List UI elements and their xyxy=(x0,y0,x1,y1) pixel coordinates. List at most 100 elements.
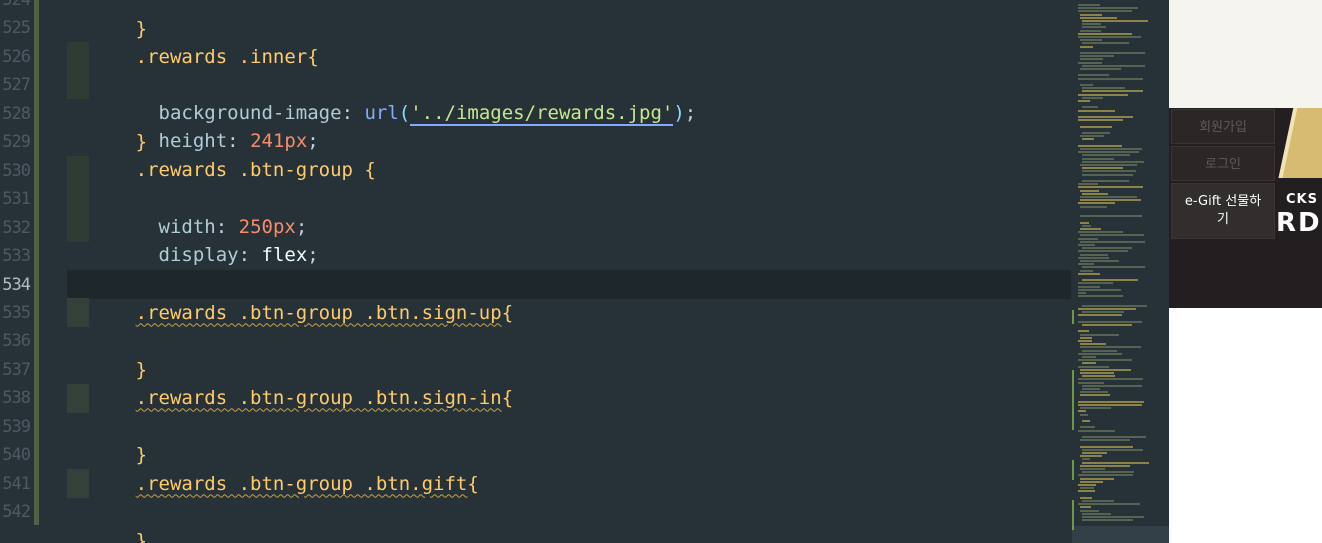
minimap-line xyxy=(1080,260,1119,262)
minimap-line xyxy=(1080,439,1130,442)
code-line-526[interactable]: background-image: url('../images/rewards… xyxy=(67,42,1071,126)
minimap-line xyxy=(1082,519,1133,522)
code-line-539[interactable]: } xyxy=(67,412,1071,466)
line-number: 540 xyxy=(2,445,31,466)
code-line-542[interactable]: } xyxy=(67,498,1071,543)
minimap-line xyxy=(1080,234,1144,237)
minimap-line xyxy=(1080,394,1110,397)
line-number: 528 xyxy=(2,103,31,124)
minimap-line xyxy=(1082,160,1144,163)
minimap-line xyxy=(1080,240,1145,243)
code-line-527[interactable]: height: 241px; xyxy=(67,70,1071,152)
minimap-line xyxy=(1080,468,1105,470)
code-line-540[interactable]: .rewards .btn-group .btn.gift{ xyxy=(67,441,1071,495)
code-line-525[interactable]: .rewards .inner{ xyxy=(67,14,1071,68)
minimap-line xyxy=(1080,407,1111,410)
code-line-538[interactable] xyxy=(67,384,1071,413)
minimap-line xyxy=(1082,388,1100,390)
minimap-line xyxy=(1078,119,1123,122)
minimap-change-marker xyxy=(1072,500,1074,530)
minimap-line xyxy=(1080,346,1141,349)
minimap-line xyxy=(1082,266,1145,269)
minimap-line xyxy=(1082,20,1148,22)
line-number: 535 xyxy=(2,302,31,323)
minimap-line xyxy=(1082,138,1094,141)
minimap[interactable] xyxy=(1072,0,1169,543)
minimap-line xyxy=(1078,7,1138,10)
minimap-line xyxy=(1080,413,1088,416)
code-line-530[interactable]: width: 250px; xyxy=(67,156,1071,238)
code-line-534-current[interactable]: .rewards .btn-group .btn.sign-up{ xyxy=(67,270,1071,324)
code-line-532[interactable]: flex-wrap: wrap; xyxy=(67,213,1071,295)
sign-up-button[interactable]: 회원가입 xyxy=(1171,109,1275,144)
line-number: 537 xyxy=(2,359,31,380)
sign-in-button[interactable]: 로그인 xyxy=(1171,146,1275,181)
minimap-line xyxy=(1082,362,1096,365)
minimap-line xyxy=(1082,90,1143,93)
minimap-line xyxy=(1082,167,1123,170)
minimap-line xyxy=(1078,359,1132,362)
minimap-line xyxy=(1080,205,1107,208)
code-line-535[interactable] xyxy=(67,298,1071,327)
minimap-line xyxy=(1080,148,1142,150)
indent-guide xyxy=(67,70,89,99)
code-area[interactable]: } .rewards .inner{ background-image: url… xyxy=(67,0,1071,543)
minimap-line xyxy=(1080,336,1092,339)
code-line-533[interactable]: } xyxy=(67,241,1071,295)
minimap-line xyxy=(1080,487,1094,490)
minimap-line xyxy=(1080,509,1099,512)
banner-text-bottom: RDS xyxy=(1276,208,1322,238)
line-number: 538 xyxy=(2,388,31,409)
minimap-line xyxy=(1078,231,1123,234)
minimap-line xyxy=(1080,39,1102,42)
minimap-line xyxy=(1082,64,1145,67)
code-line-528[interactable]: } xyxy=(67,99,1071,153)
minimap-line xyxy=(1082,420,1090,422)
minimap-change-marker xyxy=(1072,370,1074,430)
code-editor[interactable]: 524 525 526 527 528 529 530 531 532 533 534 535 536 5… xyxy=(0,0,1169,543)
line-number: 527 xyxy=(2,75,31,96)
minimap-line xyxy=(1080,68,1121,70)
line-number: 541 xyxy=(2,473,31,494)
minimap-line xyxy=(1082,324,1132,326)
minimap-line xyxy=(1078,77,1143,80)
minimap-line xyxy=(1082,452,1107,454)
minimap-line xyxy=(1080,221,1089,224)
code-line-524[interactable]: } xyxy=(67,0,1071,40)
minimap-line xyxy=(1082,96,1103,99)
minimap-line xyxy=(1082,132,1110,134)
minimap-line xyxy=(1080,445,1133,448)
minimap-line xyxy=(1082,154,1130,157)
line-number: 539 xyxy=(2,416,31,437)
minimap-line xyxy=(1078,503,1140,506)
minimap-line xyxy=(1082,461,1149,464)
line-number: 531 xyxy=(2,189,31,210)
minimap-line xyxy=(1078,202,1115,205)
minimap-line xyxy=(1078,100,1090,102)
code-line-541[interactable] xyxy=(67,469,1071,498)
minimap-viewport[interactable] xyxy=(1072,526,1169,543)
minimap-line xyxy=(1078,116,1133,118)
minimap-line xyxy=(1080,164,1137,166)
minimap-line xyxy=(1080,368,1131,371)
minimap-line xyxy=(1078,400,1144,403)
minimap-line xyxy=(1080,196,1137,198)
minimap-line xyxy=(1078,183,1098,186)
egift-button[interactable]: e-Gift 선물하기 xyxy=(1171,183,1275,239)
minimap-line xyxy=(1078,410,1086,413)
minimap-line xyxy=(1078,61,1102,64)
minimap-line xyxy=(1078,36,1141,38)
line-number: 536 xyxy=(2,331,31,352)
code-line-531[interactable]: display: flex; xyxy=(67,184,1071,266)
line-number: 532 xyxy=(2,217,31,238)
banner-text-top: CKS xyxy=(1286,192,1318,207)
minimap-line xyxy=(1078,144,1122,147)
preview-top-area xyxy=(1169,0,1322,108)
minimap-line xyxy=(1082,356,1096,358)
code-line-536[interactable]: } xyxy=(67,327,1071,381)
code-line-529[interactable]: .rewards .btn-group { xyxy=(67,127,1071,181)
code-line-537[interactable]: .rewards .btn-group .btn.sign-in{ xyxy=(67,355,1071,409)
minimap-line xyxy=(1080,45,1093,48)
minimap-change-marker xyxy=(1072,460,1074,480)
minimap-line xyxy=(1082,304,1147,307)
